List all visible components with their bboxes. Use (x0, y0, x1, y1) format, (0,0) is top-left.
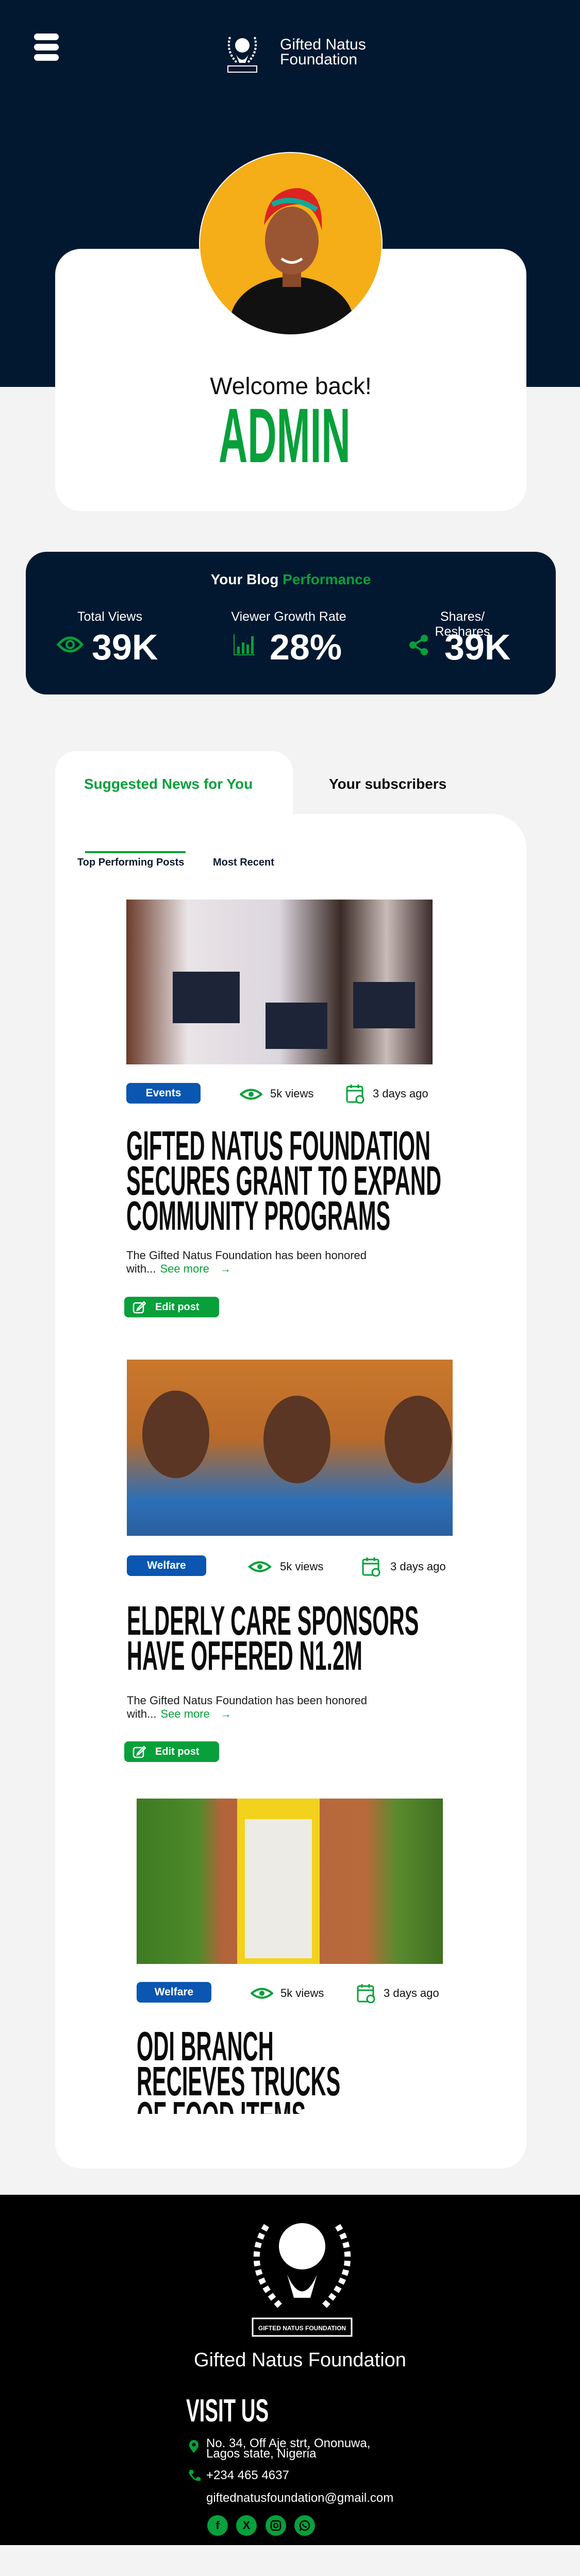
eye-icon (57, 636, 84, 653)
eye-icon (240, 1089, 262, 1100)
performance-card: Your Blog Performance Total Views Viewer… (26, 552, 556, 694)
brand-line2: Foundation (280, 51, 358, 68)
subtab-top-performing[interactable]: Top Performing Posts (77, 857, 184, 869)
bar-chart-icon (234, 634, 255, 655)
phone-number[interactable]: +234 465 4637 (206, 2469, 289, 2482)
post-excerpt: The Gifted Natus Foundation has been hon… (126, 1249, 415, 1276)
eye-icon (248, 1561, 272, 1572)
eye-icon (251, 1988, 273, 1999)
brand-line1: Gifted Natus (280, 36, 366, 53)
arrow-right-icon: → (213, 1707, 232, 1720)
admin-name: ADMIN (219, 392, 351, 479)
edit-label: Edit post (155, 1745, 200, 1757)
edit-label: Edit post (155, 1301, 200, 1313)
whatsapp-icon[interactable] (294, 2515, 315, 2536)
calendar-icon (362, 1557, 380, 1577)
edit-icon (132, 1301, 146, 1314)
performance-title: Your Blog Performance (26, 571, 556, 588)
post-title[interactable]: Elderly Care Sponsors Have Offered N1.2M (127, 1603, 455, 1676)
views-count: 5k views (280, 1560, 324, 1573)
email-address[interactable]: giftednatusfoundation@gmail.com (206, 2492, 393, 2505)
post-time: 3 days ago (384, 1987, 439, 1999)
x-twitter-icon[interactable]: X (236, 2515, 257, 2536)
stat-value: 28% (270, 627, 342, 667)
instagram-icon[interactable] (266, 2515, 286, 2536)
phone-icon (189, 2470, 201, 2481)
share-icon (409, 635, 428, 655)
post-title[interactable]: Odi Branch Recieves Trucks of Food Items… (137, 2029, 373, 2114)
see-more-link[interactable]: See more (160, 1262, 209, 1275)
category-badge[interactable]: Events (126, 1083, 201, 1104)
avatar (199, 152, 383, 335)
address: No. 34, Off Aje strt, Ononuwa, Lagos stat… (206, 2437, 370, 2461)
tab-subscribers[interactable]: Your subscribers (329, 776, 446, 792)
stat-label: Viewer Growth Rate (231, 609, 346, 624)
post-excerpt: The Gifted Natus Foundation has been hon… (127, 1694, 421, 1721)
category-badge[interactable]: Welfare (127, 1555, 206, 1576)
views-count: 5k views (280, 1987, 324, 1999)
see-more-link[interactable]: See more (160, 1707, 209, 1720)
edit-icon (132, 1745, 146, 1758)
visit-us-title: VISIT US (186, 2393, 269, 2429)
post-title[interactable]: Gifted Natus Foundation Secures Grant to… (126, 1128, 456, 1236)
edit-post-button[interactable]: Edit post (124, 1297, 219, 1317)
edit-post-button[interactable]: Edit post (124, 1741, 219, 1762)
footer-org-name: Gifted Natus Foundation (194, 2349, 406, 2371)
calendar-icon (357, 1984, 375, 2003)
subtab-most-recent[interactable]: Most Recent (213, 857, 274, 869)
location-icon (189, 2440, 199, 2453)
stat-value: 39K (444, 627, 511, 667)
arrow-right-icon: → (213, 1262, 231, 1275)
logo-icon[interactable] (225, 31, 260, 73)
post-time: 3 days ago (373, 1087, 428, 1100)
stat-value: 39K (92, 627, 158, 667)
menu-icon[interactable] (31, 31, 62, 64)
views-count: 5k views (270, 1087, 314, 1100)
title-part1: Your Blog (210, 571, 279, 587)
footer-logo: GIFTED NATUS FOUNDATION (252, 2223, 353, 2337)
tab-label: Suggested News for You (84, 776, 253, 792)
stat-label: Total Views (77, 609, 142, 624)
post-image[interactable] (126, 900, 433, 1064)
calendar-icon (346, 1084, 364, 1104)
subtab-underline (85, 851, 186, 853)
post-image[interactable] (137, 1799, 443, 1964)
svg-text:GIFTED NATUS FOUNDATION: GIFTED NATUS FOUNDATION (258, 2325, 346, 2332)
post-time: 3 days ago (390, 1560, 446, 1573)
facebook-icon[interactable]: f (207, 2515, 228, 2536)
post-image[interactable] (127, 1360, 453, 1536)
category-badge[interactable]: Welfare (137, 1982, 211, 2003)
title-part2: Performance (283, 571, 371, 587)
brand-name[interactable]: Gifted Natus Foundation (280, 37, 366, 67)
